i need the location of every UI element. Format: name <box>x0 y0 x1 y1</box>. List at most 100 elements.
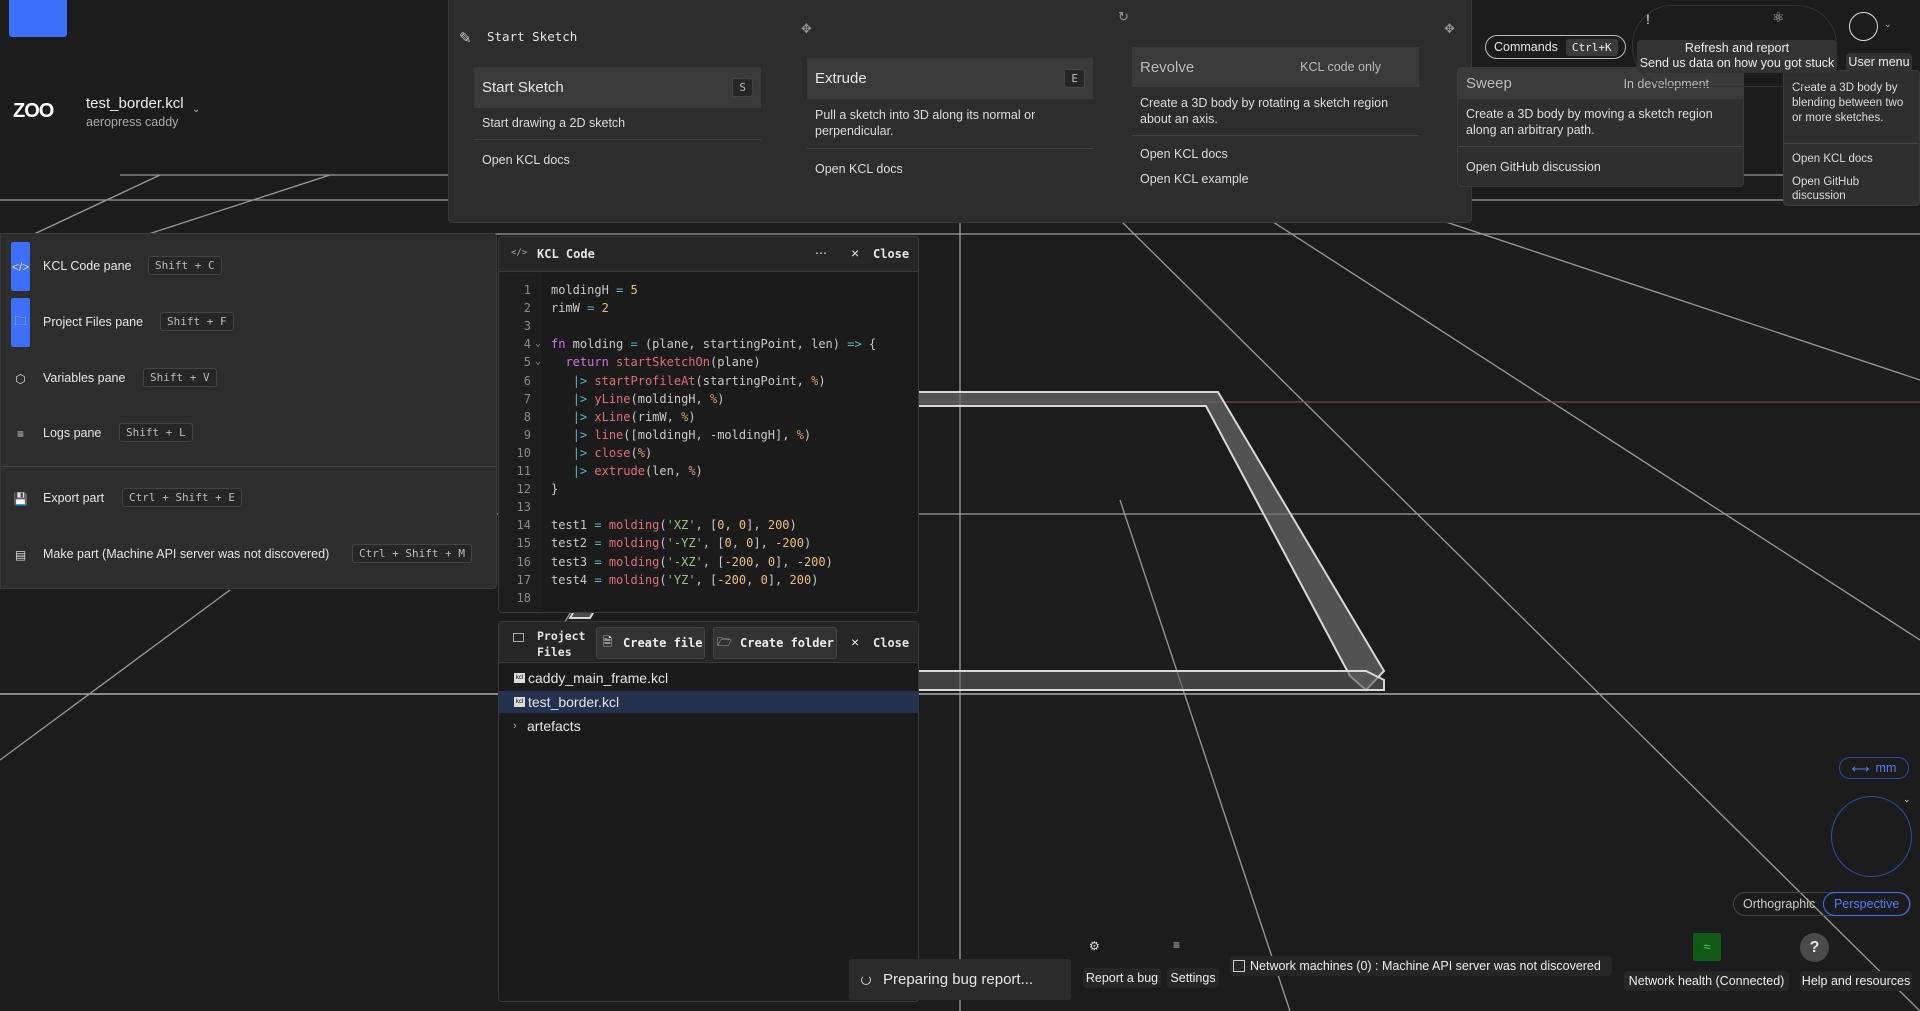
code-token: '-YZ' <box>666 536 703 551</box>
file-tree-item[interactable]: kcl caddy_main_frame.kcl <box>499 667 918 689</box>
pane-command-list: </> KCL Code pane Shift + C 🗀 Project Fil… <box>0 233 497 589</box>
view-gizmo[interactable] <box>1831 796 1912 877</box>
network-machines-status[interactable]: Network machines (0) : Machine API serve… <box>1230 956 1612 976</box>
code-token: rimW <box>551 301 588 316</box>
pane-item[interactable]: 💾 Export part Ctrl + Shift + E <box>1 474 496 523</box>
file-tree-item[interactable]: kcl test_border.kcl <box>499 691 918 713</box>
open-github-discussion-link[interactable]: Open GitHub discussion <box>1466 160 1601 174</box>
code-token: ) <box>818 373 826 388</box>
network-icon: ⚛ <box>1772 9 1785 25</box>
shortcut: S <box>732 78 753 97</box>
units-button[interactable]: ⟷ mm <box>1839 757 1909 779</box>
commands-button[interactable]: Commands Ctrl+K <box>1485 35 1626 59</box>
code-line[interactable]: 11 |> extrude(len, %) <box>499 462 918 480</box>
open-kcl-docs-link[interactable]: Open KCL docs <box>1140 147 1228 161</box>
code-line[interactable]: 8 |> xLine(rimW, %) <box>499 408 918 426</box>
tooltip-title: Refresh and report <box>1684 41 1790 55</box>
code-line[interactable]: ⌄ 4 fn molding = (plane, startingPoint, le… <box>499 335 918 353</box>
app-menu-button[interactable] <box>9 0 67 37</box>
code-line[interactable]: 3 <box>499 317 918 335</box>
code-line[interactable]: 18 <box>499 589 918 607</box>
code-line[interactable]: 9 |> line([moldingH, -moldingH], %) <box>499 426 918 444</box>
folder-icon: 🗀 <box>11 298 30 347</box>
code-token: % <box>637 445 645 460</box>
code-token: = <box>594 536 602 551</box>
project-name: aeropress caddy <box>86 115 179 129</box>
pane-item[interactable]: ⬡ Variables pane Shift + V <box>1 354 496 403</box>
user-avatar[interactable] <box>1849 12 1878 41</box>
perspective-option[interactable]: Perspective <box>1823 892 1910 916</box>
open-kcl-docs-link[interactable]: Open KCL docs <box>815 162 903 176</box>
fold-chevron-icon[interactable]: ⌄ <box>535 335 541 353</box>
close-button[interactable]: Close <box>873 247 909 261</box>
code-token: 'YZ' <box>666 572 696 587</box>
pane-item[interactable]: </> KCL Code pane Shift + C <box>1 242 496 291</box>
revolve-icon: ↻ <box>1118 9 1129 24</box>
pane-item[interactable]: 🗀 Project Files pane Shift + F <box>1 298 496 347</box>
code-token: , <box>746 572 761 587</box>
chevron-right-icon: › <box>513 720 517 732</box>
open-github-discussion-link[interactable]: Open GitHub discussion <box>1792 175 1912 203</box>
settings-button[interactable]: Settings <box>1167 968 1219 988</box>
orthographic-option[interactable]: Orthographic <box>1734 897 1823 911</box>
code-token: ], <box>746 518 768 533</box>
refresh-report-button[interactable]: ! <box>1646 11 1650 27</box>
code-token: , [ <box>702 536 725 551</box>
close-icon[interactable]: × <box>851 634 859 650</box>
code-token: test4 <box>551 572 595 587</box>
code-token: , <box>724 518 739 533</box>
code-line[interactable]: 1 moldingH = 5 <box>499 281 918 299</box>
settings-icon: ≡ <box>1173 938 1181 952</box>
code-line[interactable]: 6 |> startProfileAt(startingPoint, %) <box>499 372 918 390</box>
pane-item[interactable]: ▤ Make part (Machine API server was not … <box>1 530 496 579</box>
chevron-down-icon[interactable]: ⌄ <box>1884 19 1892 30</box>
open-kcl-example-link[interactable]: Open KCL example <box>1140 172 1249 186</box>
open-kcl-docs-link[interactable]: Open KCL docs <box>482 153 570 167</box>
code-line[interactable]: 7 |> yLine(moldingH, %) <box>499 390 918 408</box>
code-line[interactable]: 14 test1 = molding('XZ', [0, 0], 200) <box>499 516 918 534</box>
code-line[interactable]: 10 |> close(%) <box>499 444 918 462</box>
code-line[interactable]: 13 <box>499 498 918 516</box>
create-folder-button[interactable]: 🗁 Create folder <box>713 627 837 659</box>
open-kcl-docs-link[interactable]: Open KCL docs <box>1792 153 1873 165</box>
code-token: |> <box>572 445 588 460</box>
code-token: ) <box>803 536 812 551</box>
code-editor[interactable]: 1 moldingH = 5 2 rimW = 2 3 ⌄ 4 fn molding = (p… <box>499 281 918 611</box>
code-token: (moldingH, <box>630 391 710 406</box>
help-button[interactable]: ? <box>1800 933 1829 962</box>
code-token: ], <box>775 554 797 569</box>
code-line[interactable]: 12} <box>499 480 918 498</box>
card-description: Create a 3D body by moving a sketch regi… <box>1466 107 1713 137</box>
shortcut: Ctrl + Shift + M <box>352 544 472 563</box>
file-name[interactable]: test_border.kcl <box>86 95 184 112</box>
chevron-down-icon[interactable]: ⌄ <box>192 104 200 115</box>
code-token: -200 <box>717 572 747 587</box>
help-label: Help and resources <box>1800 971 1912 991</box>
code-text: moldingH = 5 <box>551 281 638 299</box>
code-line[interactable]: ⌄ 5 return startSketchOn(plane) <box>499 353 918 371</box>
pane-item-label: Make part (Machine API server was not di… <box>43 547 330 561</box>
pane-item[interactable]: ≡ Logs pane Shift + L <box>1 409 496 458</box>
network-health-button[interactable]: ≈ <box>1693 933 1721 961</box>
chevron-down-icon[interactable]: ⌄ <box>1903 794 1911 805</box>
code-token: line <box>594 427 624 442</box>
bug-icon: ⚙ <box>1089 939 1100 953</box>
loft-card[interactable]: Create a 3D body by blending between two… <box>1783 70 1920 206</box>
code-line[interactable]: 2 rimW = 2 <box>499 299 918 317</box>
card-title: Revolve <box>1140 58 1195 76</box>
close-icon[interactable]: × <box>851 245 859 261</box>
close-button[interactable]: Close <box>873 636 909 650</box>
card-description: Create a 3D body by rotating a sketch re… <box>1140 96 1389 126</box>
code-line[interactable]: 16 test3 = molding('-XZ', [-200, 0], -200… <box>499 553 918 571</box>
toast-message: Preparing bug report... <box>883 971 1034 988</box>
code-line[interactable]: 17 test4 = molding('YZ', [-200, 0], 200) <box>499 571 918 589</box>
more-options-button[interactable]: ⋯ <box>815 246 827 260</box>
create-file-button[interactable]: 🗎 Create file <box>596 627 705 659</box>
file-tree-item[interactable]: › artefacts <box>499 715 918 737</box>
report-bug-button[interactable]: Report a bug <box>1083 968 1161 988</box>
code-line[interactable]: 15 test2 = molding('-YZ', [0, 0], -200) <box>499 534 918 552</box>
fold-chevron-icon[interactable]: ⌄ <box>535 353 541 371</box>
